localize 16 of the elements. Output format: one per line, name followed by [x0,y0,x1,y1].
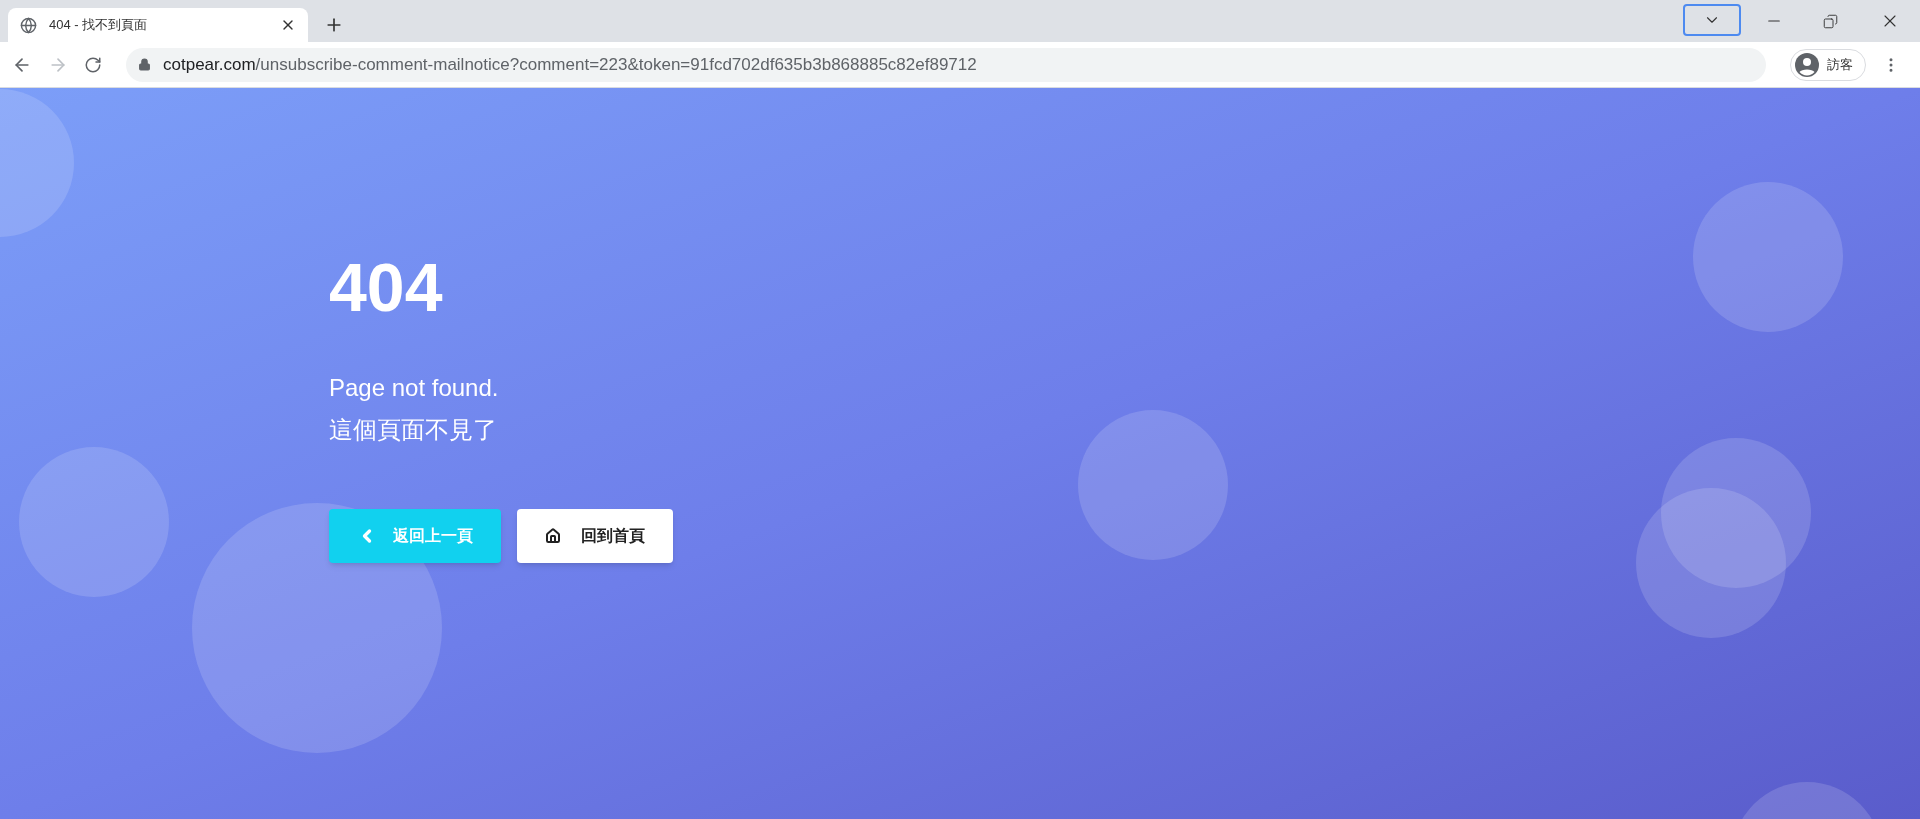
home-button[interactable]: 回到首頁 [517,509,673,563]
house-icon [545,528,561,544]
globe-icon [20,16,37,34]
tab-title: 404 - 找不到頁面 [49,16,149,35]
browser-tab[interactable]: 404 - 找不到頁面 [8,8,308,42]
url-text: cotpear.com/unsubscribe-comment-mailnotice?comment=223&token=91fcd702df635b3b868885c82ef89712 [163,53,977,76]
lock-icon [138,58,151,71]
user-avatar-icon [1795,52,1819,77]
restore-icon[interactable] [1823,14,1838,29]
error-code: 404 [329,253,444,321]
error-message-chinese: 這個頁面不見了 [329,415,498,445]
error-message: Page not found. [329,373,500,403]
reload-icon[interactable] [84,55,102,74]
address-bar[interactable]: cotpear.com/unsubscribe-comment-mailnotice?comment=223&token=91fcd702df635b3b868885c82ef89712 [126,47,1766,82]
profile-label: 訪客 [1827,55,1853,74]
tab-search-button[interactable] [1683,4,1741,36]
